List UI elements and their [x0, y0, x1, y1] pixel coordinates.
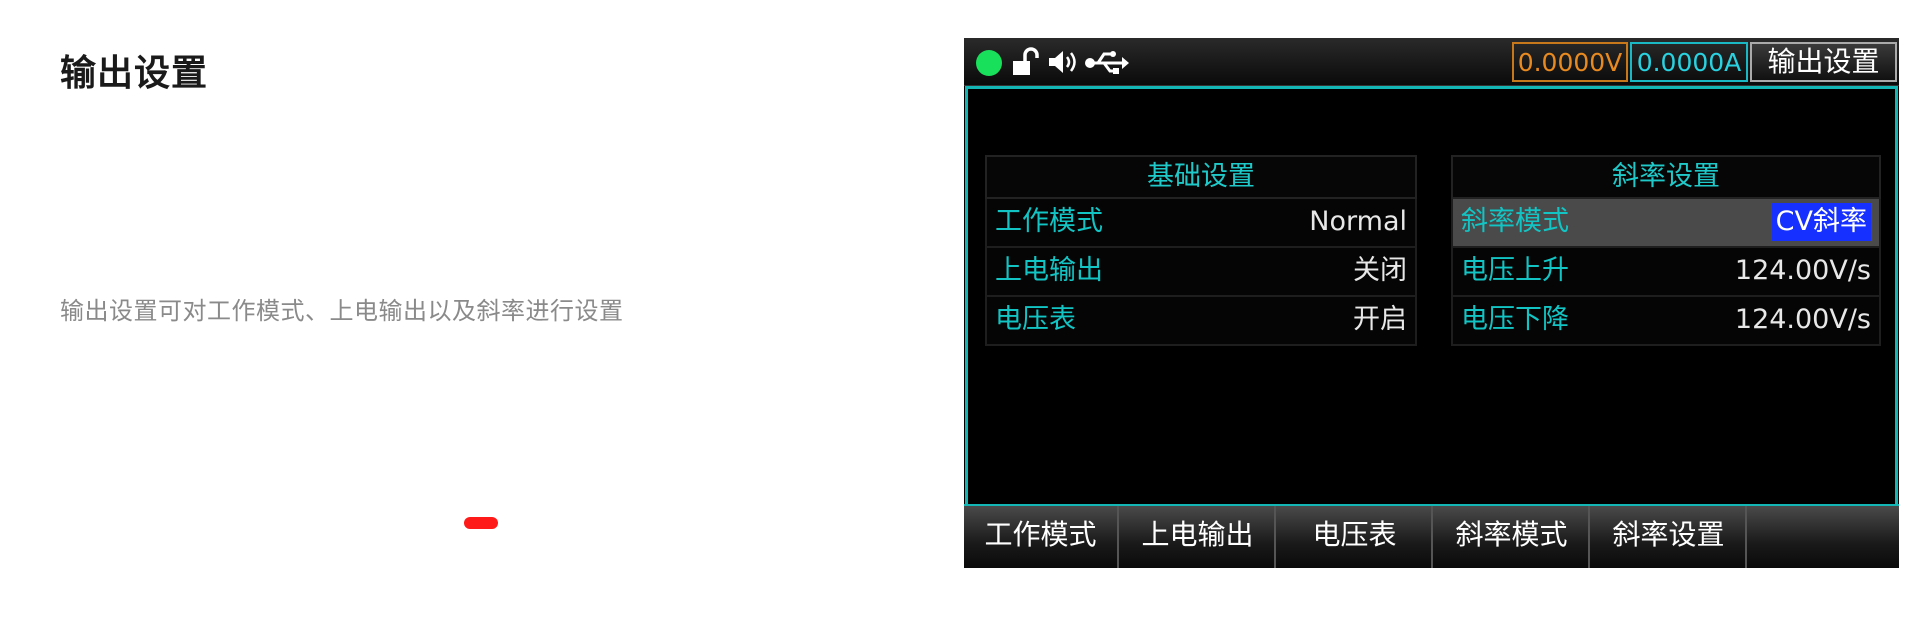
basic-settings-panel: 基础设置 工作模式 Normal 上电输出 关闭 电压表 开启	[985, 155, 1417, 346]
setting-row-power-on-output[interactable]: 上电输出 关闭	[985, 248, 1417, 297]
setting-label: 电压上升	[1461, 255, 1569, 286]
setting-label: 电压下降	[1461, 304, 1569, 335]
setting-value: 124.00V/s	[1734, 255, 1871, 286]
softkey-voltmeter[interactable]: 电压表	[1278, 506, 1433, 568]
softkey-slope-settings[interactable]: 斜率设置	[1592, 506, 1747, 568]
unlock-icon	[1013, 47, 1039, 75]
softkey-bar: 工作模式 上电输出 电压表 斜率模式 斜率设置	[964, 504, 1899, 568]
usb-icon	[1085, 51, 1129, 74]
page-description: 输出设置可对工作模式、上电输出以及斜率进行设置	[60, 297, 624, 325]
device-screen: 0.0000V 0.0000A 输出设置 基础设置 工作模式 Normal 上电…	[964, 38, 1899, 568]
speaker-icon	[1049, 51, 1076, 73]
softkey-slope-mode[interactable]: 斜率模式	[1435, 506, 1590, 568]
setting-label: 工作模式	[995, 206, 1103, 237]
click-marker	[464, 517, 498, 529]
setting-row-work-mode[interactable]: 工作模式 Normal	[985, 199, 1417, 248]
screen-title: 输出设置	[1750, 42, 1897, 82]
page-title: 输出设置	[60, 53, 209, 94]
setting-row-voltmeter[interactable]: 电压表 开启	[985, 297, 1417, 346]
slope-settings-heading: 斜率设置	[1451, 155, 1881, 199]
basic-settings-heading: 基础设置	[985, 155, 1417, 199]
softkey-empty[interactable]	[1749, 506, 1899, 568]
setting-value: 124.00V/s	[1734, 304, 1871, 335]
setting-value: Normal	[1309, 206, 1407, 237]
status-bar: 0.0000V 0.0000A 输出设置	[964, 38, 1899, 86]
setting-label: 上电输出	[995, 255, 1103, 286]
output-status-indicator	[976, 50, 1002, 76]
softkey-work-mode[interactable]: 工作模式	[964, 506, 1119, 568]
selected-setting-value: CV斜率	[1771, 203, 1871, 241]
setting-label: 斜率模式	[1461, 206, 1569, 237]
setting-value: 开启	[1353, 304, 1407, 335]
setting-value: 关闭	[1353, 255, 1407, 286]
setting-row-voltage-rise[interactable]: 电压上升 124.00V/s	[1451, 248, 1881, 297]
setting-row-voltage-fall[interactable]: 电压下降 124.00V/s	[1451, 297, 1881, 346]
setting-row-slope-mode[interactable]: 斜率模式 CV斜率	[1451, 199, 1881, 248]
voltage-readout: 0.0000V	[1512, 42, 1628, 82]
current-readout: 0.0000A	[1630, 42, 1748, 82]
setting-label: 电压表	[995, 304, 1076, 335]
slope-settings-panel: 斜率设置 斜率模式 CV斜率 电压上升 124.00V/s 电压下降 124.0…	[1451, 155, 1881, 346]
softkey-power-on-output[interactable]: 上电输出	[1121, 506, 1276, 568]
